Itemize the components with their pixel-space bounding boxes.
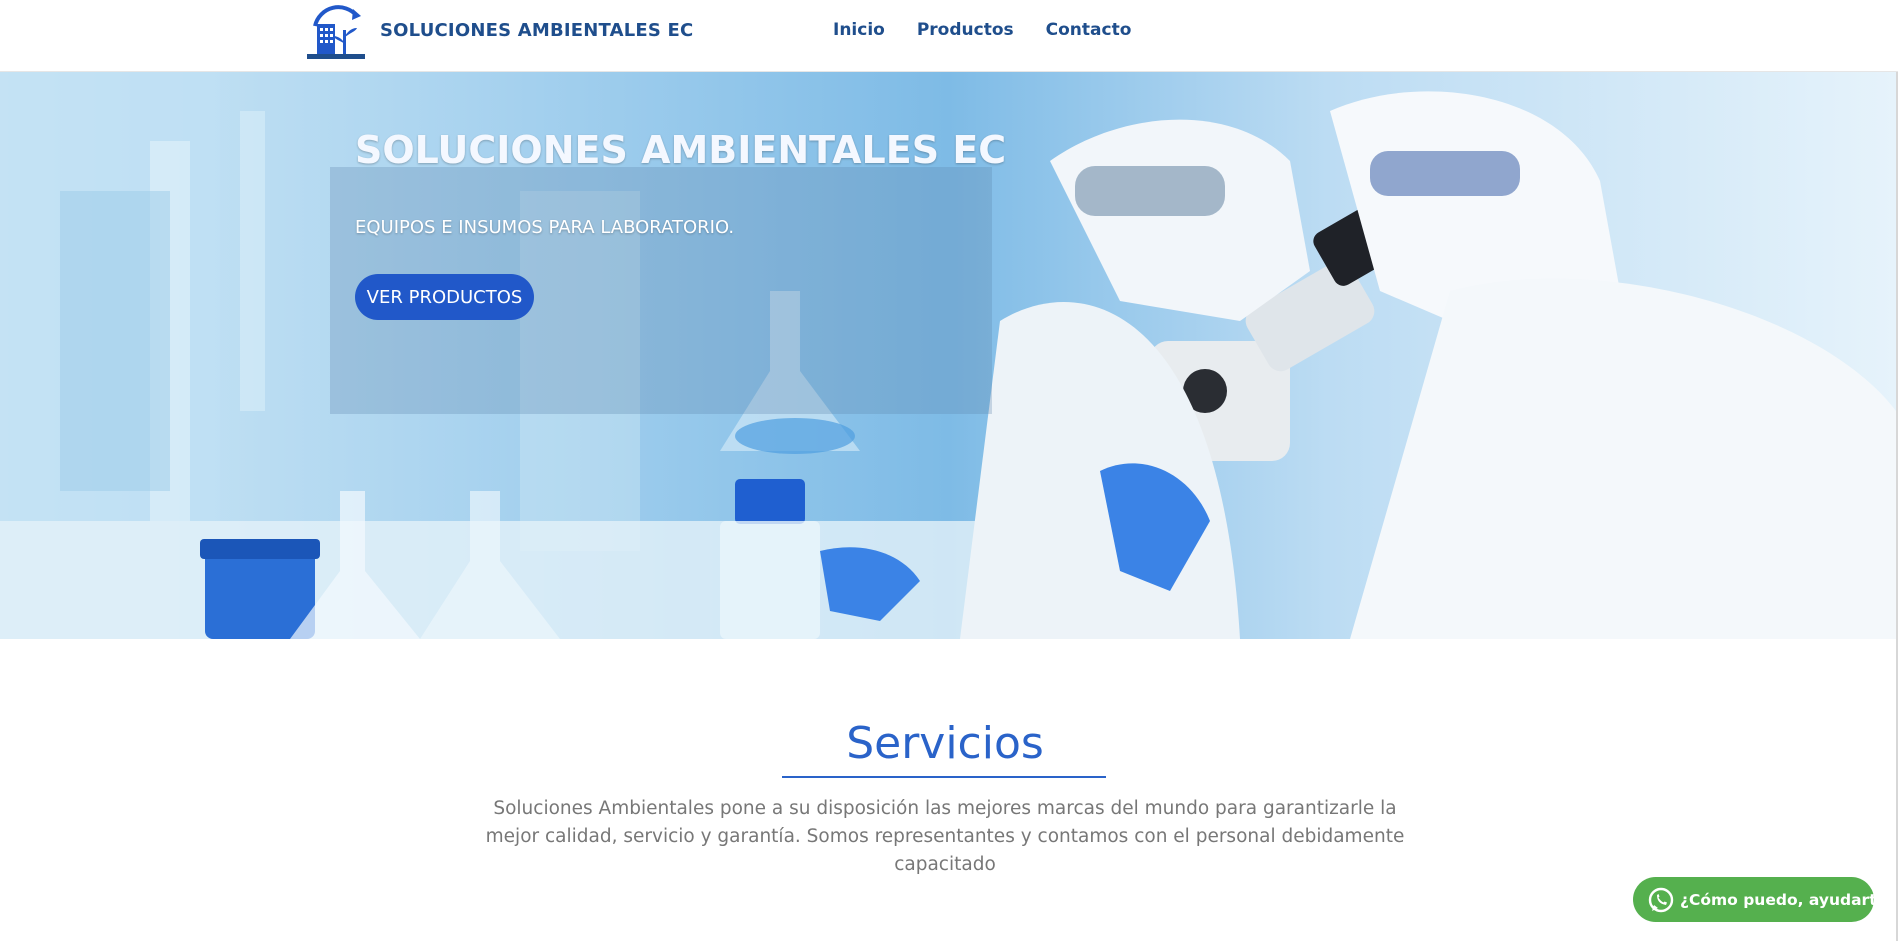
hero-subtitle: EQUIPOS E INSUMOS PARA LABORATORIO.: [355, 217, 735, 238]
main-nav: Inicio Productos Contacto: [833, 20, 1131, 40]
ver-productos-button[interactable]: VER PRODUCTOS: [355, 274, 534, 320]
whatsapp-chat-button[interactable]: ¿Cómo puedo, ayudarte?: [1633, 877, 1896, 922]
whatsapp-icon: [1648, 887, 1674, 913]
hero-title: SOLUCIONES AMBIENTALES EC: [355, 128, 1007, 172]
services-title: Servicios: [846, 718, 1044, 769]
company-logo[interactable]: [305, 4, 367, 62]
site-header: SOLUCIONES AMBIENTALES EC Inicio Product…: [0, 0, 1898, 72]
nav-productos[interactable]: Productos: [917, 20, 1014, 40]
nav-contacto[interactable]: Contacto: [1046, 20, 1132, 40]
whatsapp-label: ¿Cómo puedo, ayudarte?: [1680, 890, 1897, 909]
brand-name[interactable]: SOLUCIONES AMBIENTALES EC: [380, 20, 693, 41]
nav-inicio[interactable]: Inicio: [833, 20, 885, 40]
services-description: Soluciones Ambientales pone a su disposi…: [485, 798, 1405, 875]
services-divider: [782, 776, 1106, 778]
